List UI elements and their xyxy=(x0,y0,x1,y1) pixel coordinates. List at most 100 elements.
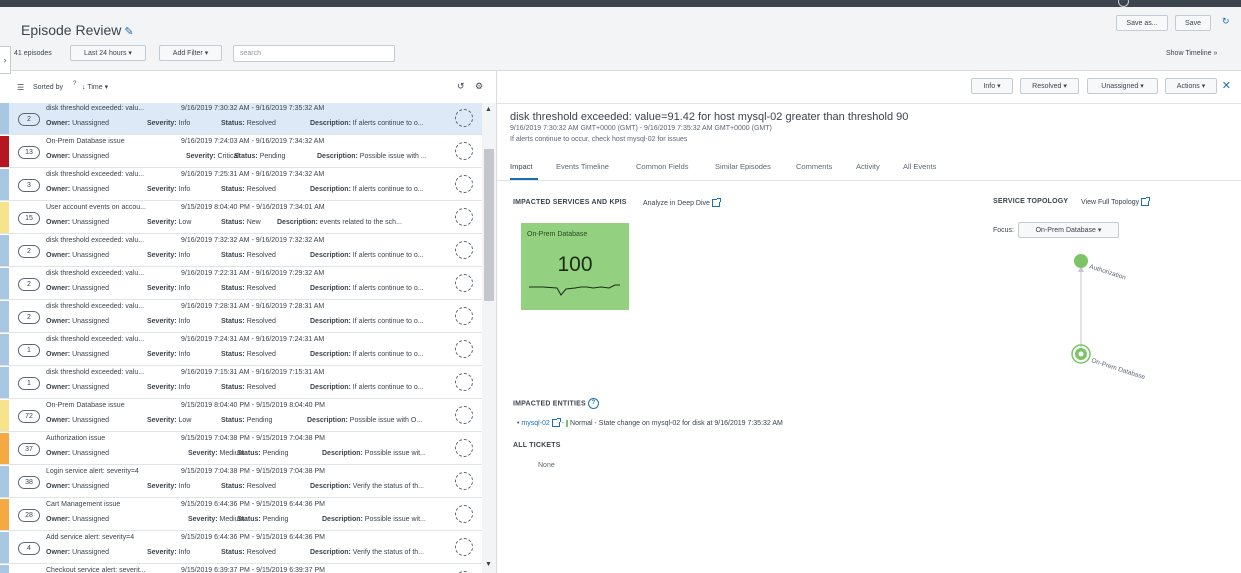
episode-status: Status: Pending xyxy=(237,516,288,523)
episode-time: 9/15/2019 6:44:36 PM - 9/15/2019 6:44:36… xyxy=(181,501,325,508)
focus-dropdown[interactable]: On-Prem Database ▾ xyxy=(1018,222,1119,238)
sort-field-dropdown[interactable]: ↓ Time ▾ xyxy=(82,83,108,91)
episode-row[interactable]: 2 disk threshold exceeded: valu... 9/16/20… xyxy=(0,235,482,267)
entity-link[interactable]: mysql-02 xyxy=(521,418,561,427)
select-circle-icon[interactable] xyxy=(455,406,473,424)
caret-down-icon: ▾ xyxy=(1097,227,1102,234)
user-icon[interactable] xyxy=(1118,0,1129,7)
save-button[interactable]: Save xyxy=(1175,15,1211,31)
severity-bar xyxy=(0,235,9,266)
page-title: Episode Review ✎ xyxy=(21,22,134,38)
description-label: Description: xyxy=(310,186,351,193)
sort-field-label: Time xyxy=(87,84,103,91)
episode-owner: Owner: Unassigned xyxy=(46,351,109,358)
tab-comments[interactable]: Comments xyxy=(796,162,832,171)
select-circle-icon[interactable] xyxy=(455,439,473,457)
status-value: Pending xyxy=(262,450,289,457)
state-indicator-icon xyxy=(566,419,569,427)
severity-value: Info xyxy=(178,186,191,193)
edit-pencil-icon[interactable]: ✎ xyxy=(124,26,133,38)
select-circle-icon[interactable] xyxy=(455,373,473,391)
select-circle-icon[interactable] xyxy=(455,340,473,358)
description-value: If alerts continue to o... xyxy=(352,186,424,193)
gear-icon[interactable]: ⚙ xyxy=(475,81,483,92)
show-timeline-link[interactable]: Show Timeline » xyxy=(1166,50,1217,57)
episode-title: disk threshold exceeded: valu... xyxy=(46,270,145,277)
episode-row[interactable]: 2 disk threshold exceeded: valu... 9/16/20… xyxy=(0,268,482,300)
close-icon[interactable]: ✕ xyxy=(1222,79,1231,92)
select-circle-icon[interactable] xyxy=(455,208,473,226)
help-icon[interactable]: ? xyxy=(587,398,599,409)
episode-list-scrollbar[interactable]: ▲ ▼ xyxy=(482,103,496,573)
select-circle-icon[interactable] xyxy=(455,472,473,490)
severity-value: Info xyxy=(178,285,191,292)
episode-row[interactable]: 37 Authorization issue 9/15/2019 7:04:38 P… xyxy=(0,433,482,465)
select-circle-icon[interactable] xyxy=(455,142,473,160)
scroll-down-icon[interactable]: ▼ xyxy=(485,561,492,568)
description-label: Description: xyxy=(310,549,351,556)
authorization-node[interactable] xyxy=(1074,254,1088,268)
kpi-tile[interactable]: On-Prem Database 100 xyxy=(521,223,629,310)
full-topology-link[interactable]: View Full Topology xyxy=(1081,197,1151,206)
select-circle-icon[interactable] xyxy=(455,241,473,259)
scrollbar-thumb[interactable] xyxy=(484,149,494,301)
severity-label: Severity: xyxy=(147,252,177,259)
episode-row[interactable]: 38 Login service alert: severity=4 9/15/20… xyxy=(0,466,482,498)
chevron-right-icon: › xyxy=(3,55,7,65)
description-value: Possible issue wit... xyxy=(364,450,426,457)
severity-bar xyxy=(0,367,9,398)
time-range-dropdown[interactable]: Last 24 hours ▾ xyxy=(70,45,146,61)
episode-row[interactable]: Checkout service alert: severit... 9/15/2… xyxy=(0,565,482,573)
owner-dropdown[interactable]: Unassigned ▾ xyxy=(1087,78,1158,94)
episode-row[interactable]: 15 User account events on accou... 9/15/20… xyxy=(0,202,482,234)
scroll-up-icon[interactable]: ▲ xyxy=(485,106,492,113)
select-circle-icon[interactable] xyxy=(455,274,473,292)
owner-value: Unassigned xyxy=(72,516,110,523)
severity-label: Severity: xyxy=(147,483,177,490)
info-dropdown[interactable]: Info ▾ xyxy=(971,78,1013,94)
entity-row: • mysql-02 - Normal - State change on my… xyxy=(517,418,783,427)
tab-activity[interactable]: Activity xyxy=(856,162,880,171)
status-label: Status: xyxy=(221,384,245,391)
actions-dropdown[interactable]: Actions ▾ xyxy=(1165,78,1217,94)
status-label: Status: xyxy=(221,285,245,292)
episode-row[interactable]: 1 disk threshold exceeded: valu... 9/16/20… xyxy=(0,334,482,366)
tab-all-events[interactable]: All Events xyxy=(903,162,936,171)
search-input[interactable] xyxy=(233,45,395,62)
episode-description: Description: If alerts continue to o... xyxy=(310,384,424,391)
severity-label: Severity: xyxy=(147,417,177,424)
select-circle-icon[interactable] xyxy=(455,505,473,523)
refresh-list-icon[interactable]: ↺ xyxy=(457,81,465,92)
save-as-button[interactable]: Save as... xyxy=(1116,15,1168,31)
episode-row[interactable]: 13 On-Prem Database issue 9/16/2019 7:24:0… xyxy=(0,136,482,168)
select-circle-icon[interactable] xyxy=(455,538,473,556)
select-circle-icon[interactable] xyxy=(455,109,473,127)
select-circle-icon[interactable] xyxy=(455,307,473,325)
refresh-icon[interactable]: ↻ xyxy=(1222,16,1230,27)
expand-sidebar-handle[interactable]: › xyxy=(0,46,11,74)
episode-row[interactable]: 2 disk threshold exceeded: valu... 9/16/20… xyxy=(0,103,482,135)
episode-row[interactable]: 4 Add service alert: severity=4 9/15/2019 … xyxy=(0,532,482,564)
owner-label: Owner: xyxy=(46,384,71,391)
select-circle-icon[interactable] xyxy=(455,175,473,193)
tab-similar-episodes[interactable]: Similar Episodes xyxy=(715,162,771,171)
tab-events-timeline[interactable]: Events Timeline xyxy=(556,162,609,171)
episode-row[interactable]: 2 disk threshold exceeded: valu... 9/16/20… xyxy=(0,301,482,333)
episode-row[interactable]: 3 disk threshold exceeded: valu... 9/16/20… xyxy=(0,169,482,201)
sort-help-icon[interactable]: ? xyxy=(73,81,76,87)
tab-common-fields[interactable]: Common Fields xyxy=(636,162,689,171)
deep-dive-link[interactable]: Analyze in Deep Dive xyxy=(643,198,721,207)
event-count-badge: 13 xyxy=(18,146,40,159)
description-value: events related to the sch... xyxy=(319,219,402,226)
add-filter-button[interactable]: Add Filter ▾ xyxy=(159,45,222,61)
episode-row[interactable]: 1 disk threshold exceeded: valu... 9/16/20… xyxy=(0,367,482,399)
status-dropdown[interactable]: Resolved ▾ xyxy=(1020,78,1079,94)
episode-row[interactable]: 72 On-Prem Database issue 9/15/2019 8:04:4… xyxy=(0,400,482,432)
episode-row[interactable]: 28 Cart Management issue 9/15/2019 6:44:36… xyxy=(0,499,482,531)
impacted-entities-heading: IMPACTED ENTITIES? xyxy=(513,398,599,409)
tab-impact[interactable]: Impact xyxy=(510,162,533,171)
owner-value: Unassigned xyxy=(72,549,110,556)
chevron-double-down-icon: » xyxy=(1213,50,1218,57)
episode-severity: Severity: Info xyxy=(147,483,190,490)
episode-owner: Owner: Unassigned xyxy=(46,318,109,325)
